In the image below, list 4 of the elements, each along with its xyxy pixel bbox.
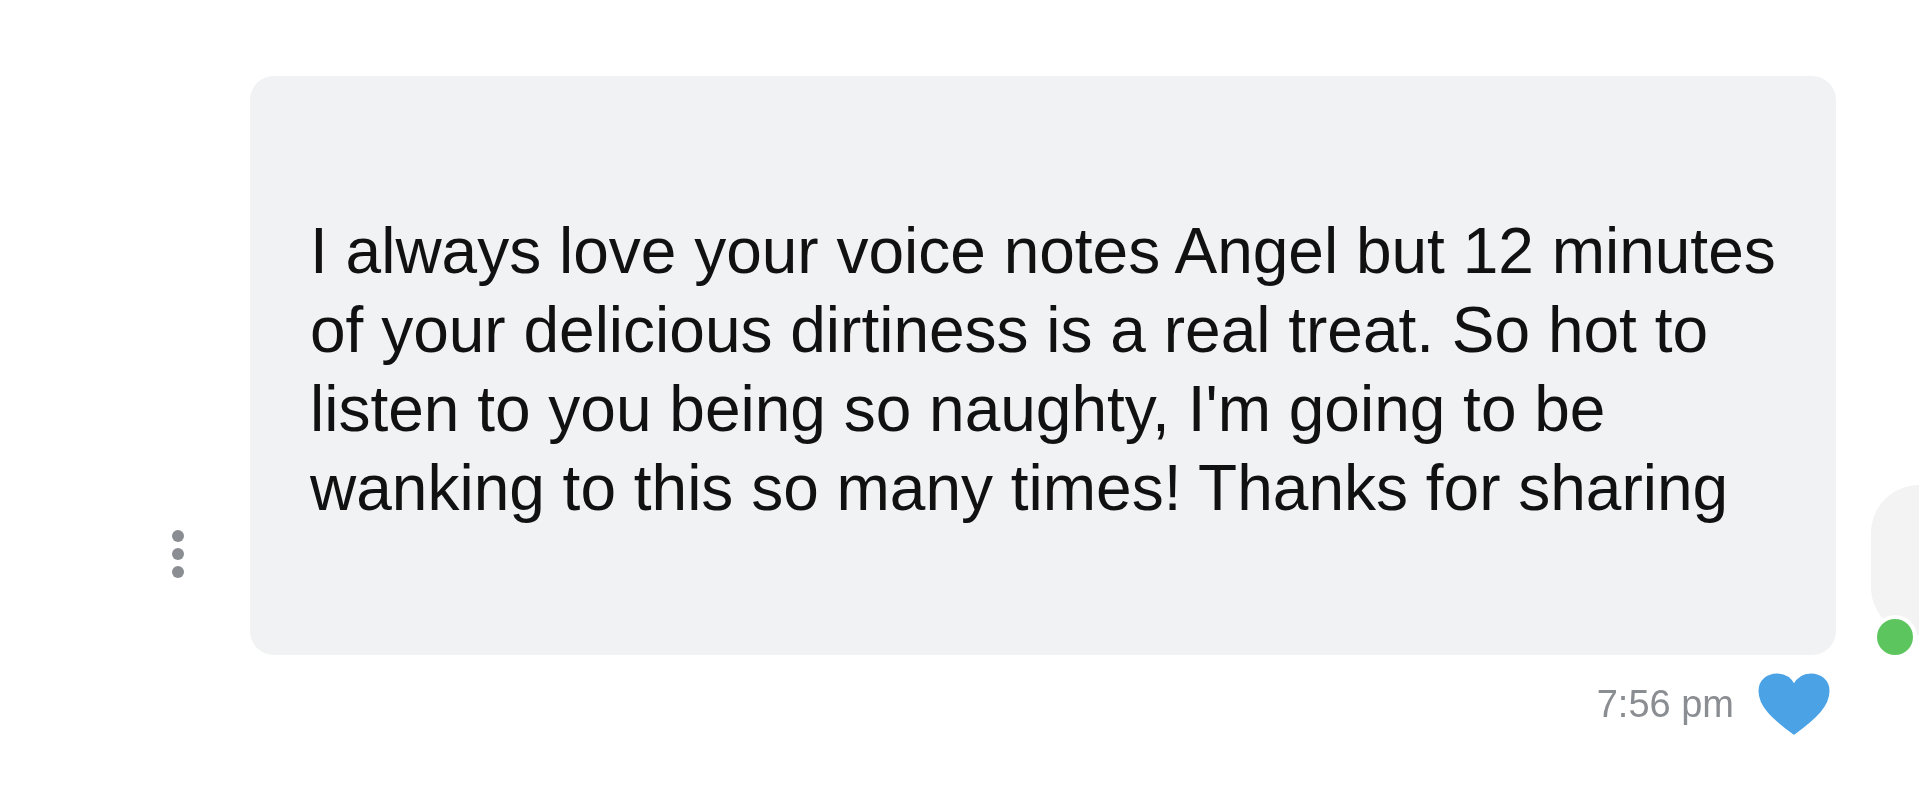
more-options-icon[interactable] [170,528,186,580]
message-text: I always love your voice notes Angel but 12 minutes of your delicious dirtiness is a real treat. So hot to listen to you being so naughty, I'm going to be wanking to this so many times! Thanks for sharing [310,213,1776,526]
heart-icon[interactable] [1758,673,1830,735]
message-time: 7:56 pm [1596,682,1734,726]
